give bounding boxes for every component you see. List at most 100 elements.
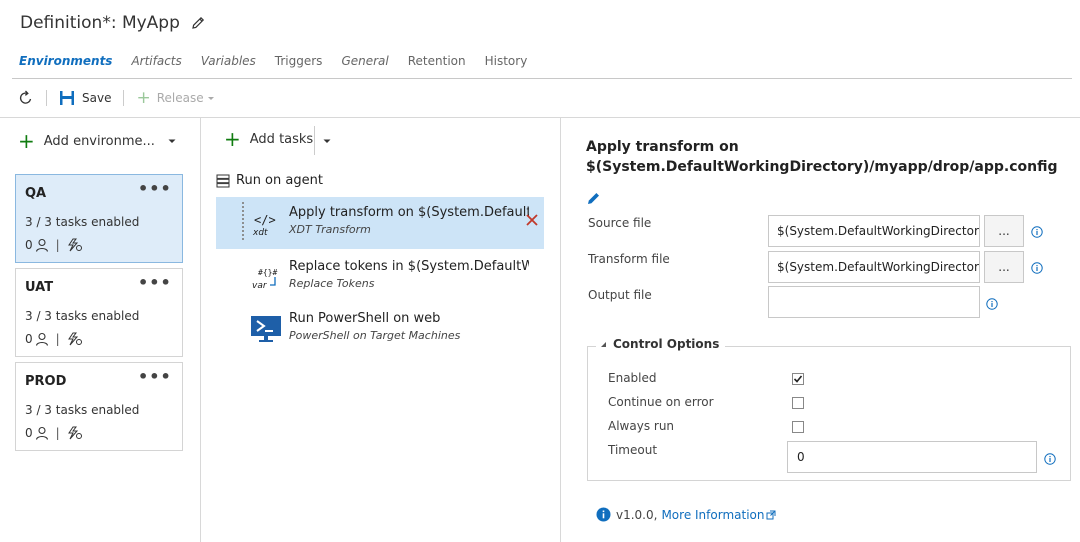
add-environment-label: Add environme... <box>43 133 155 149</box>
output-file-input[interactable] <box>768 286 980 318</box>
chevron-down-icon[interactable] <box>322 136 332 146</box>
user-icon <box>35 426 48 440</box>
info-icon[interactable] <box>1031 226 1043 238</box>
tab-variables[interactable]: Variables <box>201 54 256 68</box>
deployment-conditions-icon[interactable] <box>67 332 83 346</box>
user-icon <box>35 332 48 346</box>
version-label: v1.0.0, <box>616 507 658 522</box>
tab-artifacts[interactable]: Artifacts <box>131 54 181 68</box>
pencil-icon[interactable] <box>190 15 206 31</box>
tasks-enabled-count: 3 / 3 tasks enabled <box>25 403 140 417</box>
always-run-checkbox[interactable] <box>792 421 804 433</box>
more-options-icon[interactable]: ••• <box>138 179 172 198</box>
more-options-icon[interactable]: ••• <box>138 273 172 292</box>
server-icon <box>216 174 230 188</box>
tab-general[interactable]: General <box>341 54 388 68</box>
environment-name: PROD <box>25 374 67 389</box>
info-icon[interactable] <box>1031 262 1043 274</box>
deployment-conditions-icon[interactable] <box>67 426 83 440</box>
add-tasks-label: Add tasks <box>249 131 314 147</box>
plus-icon: + <box>18 129 35 153</box>
refresh-icon[interactable] <box>18 90 34 106</box>
agent-phase-label: Run on agent <box>236 173 323 188</box>
user-icon <box>35 238 48 252</box>
add-tasks-button[interactable]: + Add tasks <box>224 127 314 151</box>
pencil-icon[interactable] <box>587 191 601 205</box>
environment-meta: 0 | <box>25 426 83 440</box>
approver-count: 0 <box>25 332 33 346</box>
enabled-checkbox[interactable] <box>792 373 804 385</box>
save-icon <box>60 91 74 105</box>
task-title: Apply transform on $(System.DefaultWorki… <box>586 139 1058 175</box>
xdt-icon: </> xdt <box>252 213 276 238</box>
more-information-label: More Information <box>661 507 765 522</box>
meta-separator: | <box>55 332 60 346</box>
save-button[interactable]: Save <box>59 90 111 106</box>
checkmark-icon <box>793 375 803 383</box>
delete-icon[interactable] <box>525 213 539 227</box>
task-type: XDT Transform <box>289 223 371 236</box>
add-tasks-separator <box>314 126 315 155</box>
add-environment-button[interactable]: + Add environme... <box>18 129 177 153</box>
tab-history[interactable]: History <box>485 54 528 68</box>
plus-icon: + <box>224 127 241 151</box>
source-browse-button[interactable]: ... <box>984 215 1024 247</box>
external-link-icon[interactable] <box>766 510 776 520</box>
task-item[interactable]: #{}# var Replace tokens in $(System.Defa… <box>216 251 544 303</box>
timeout-input[interactable]: 0 <box>787 441 1037 473</box>
environment-name: QA <box>25 186 47 201</box>
tabs-divider <box>12 78 1072 79</box>
info-icon[interactable] <box>1044 453 1056 465</box>
transform-browse-button[interactable]: ... <box>984 251 1024 283</box>
environment-name: UAT <box>25 280 54 295</box>
always-run-label: Always run <box>608 419 675 433</box>
more-options-icon[interactable]: ••• <box>138 367 172 386</box>
enabled-label: Enabled <box>608 371 657 385</box>
task-type: Replace Tokens <box>289 277 375 290</box>
svg-text:var: var <box>252 281 268 291</box>
info-icon <box>596 507 611 522</box>
continue-on-error-checkbox[interactable] <box>792 397 804 409</box>
tab-bar: Environments Artifacts Variables Trigger… <box>19 54 546 68</box>
transform-file-input[interactable]: $(System.DefaultWorkingDirectory) <box>768 251 980 283</box>
plus-icon: + <box>136 88 151 108</box>
release-label: Release <box>156 91 204 105</box>
tab-environments[interactable]: Environments <box>19 54 112 68</box>
approver-count: 0 <box>25 426 33 440</box>
continue-on-error-label: Continue on error <box>608 395 714 409</box>
svg-text:#{}#: #{}# <box>258 268 277 277</box>
task-item[interactable]: </> xdt Apply transform on $(System.Defa… <box>216 197 544 249</box>
task-item[interactable]: Run PowerShell on web PowerShell on Targ… <box>216 303 544 355</box>
control-options-header[interactable]: Control Options <box>596 337 726 351</box>
task-name: Apply transform on $(System.DefaultW <box>289 205 529 220</box>
deployment-conditions-icon[interactable] <box>67 238 83 252</box>
agent-phase[interactable]: Run on agent <box>216 173 323 188</box>
drag-handle[interactable] <box>241 201 245 241</box>
output-file-label: Output file <box>588 288 652 302</box>
tab-retention[interactable]: Retention <box>408 54 466 68</box>
page-title: Definition*: MyApp <box>20 13 180 33</box>
approver-count: 0 <box>25 238 33 252</box>
release-button[interactable]: + Release <box>136 88 215 108</box>
powershell-icon <box>251 316 281 342</box>
task-type: PowerShell on Target Machines <box>289 329 461 342</box>
task-name: Run PowerShell on web <box>289 311 441 326</box>
task-name: Replace tokens in $(System.DefaultWor <box>289 259 529 274</box>
tab-triggers[interactable]: Triggers <box>275 54 323 68</box>
svg-text:</>: </> <box>254 213 276 227</box>
environment-card-prod[interactable]: PROD ••• 3 / 3 tasks enabled 0 | <box>15 362 183 451</box>
source-file-input[interactable]: $(System.DefaultWorkingDirectory) <box>768 215 980 247</box>
environment-meta: 0 | <box>25 238 83 252</box>
chevron-down-icon[interactable] <box>167 136 177 146</box>
toolbar-divider <box>0 117 1080 118</box>
info-icon[interactable] <box>986 298 998 310</box>
transform-file-label: Transform file <box>588 252 670 266</box>
environment-card-uat[interactable]: UAT ••• 3 / 3 tasks enabled 0 | <box>15 268 183 357</box>
column-divider <box>560 118 561 542</box>
meta-separator: | <box>55 238 60 252</box>
more-information-link[interactable]: More Information <box>661 508 764 522</box>
svg-text:xdt: xdt <box>252 228 268 238</box>
environment-card-qa[interactable]: QA ••• 3 / 3 tasks enabled 0 | <box>15 174 183 263</box>
environment-meta: 0 | <box>25 332 83 346</box>
toolbar: Save + Release <box>18 88 216 108</box>
